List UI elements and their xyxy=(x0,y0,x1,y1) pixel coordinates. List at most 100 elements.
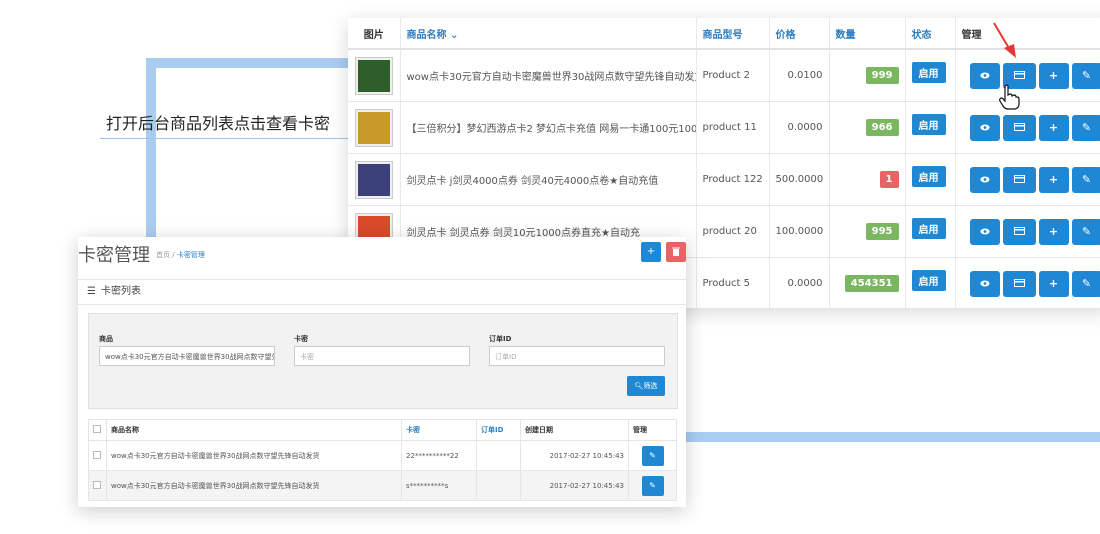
col-header-order[interactable]: 订单ID xyxy=(476,419,521,441)
card-key: 22**********22 xyxy=(401,440,477,471)
product-filter-label: 商品 xyxy=(99,335,113,343)
enable-button[interactable]: 启用 xyxy=(911,114,946,135)
delete-button[interactable] xyxy=(666,242,686,262)
product-thumbnail[interactable] xyxy=(354,56,393,95)
col-header-price[interactable]: 价格 xyxy=(769,18,830,50)
table-row: wow点卡30元官方自动卡密魔兽世界30战网点数守望先锋自动发货 s*******… xyxy=(88,470,677,501)
edit-button[interactable]: ✎ xyxy=(1071,62,1100,89)
product-name[interactable]: 剑灵点卡 j剑灵4000点券 剑灵40元4000点卷★自动充值 xyxy=(400,153,697,206)
plus-icon: + xyxy=(1048,276,1059,290)
eye-icon xyxy=(979,124,990,130)
plus-icon: + xyxy=(1048,68,1059,82)
view-cards-button[interactable] xyxy=(1002,218,1036,245)
view-button[interactable] xyxy=(969,166,1000,193)
order-filter-input[interactable]: 订单ID xyxy=(489,346,665,366)
thumbnail-image xyxy=(357,111,390,144)
product-model: Product 122 xyxy=(696,153,770,206)
status-cell: 启用 xyxy=(905,153,956,206)
view-button[interactable] xyxy=(969,218,1000,245)
card-filter-input[interactable]: 卡密 xyxy=(294,346,470,366)
view-button[interactable] xyxy=(969,114,1000,141)
manage-cell: ✎ xyxy=(628,440,677,471)
filter-button[interactable]: 🔍︎筛选 xyxy=(627,376,665,396)
select-all-checkbox[interactable] xyxy=(93,425,101,433)
decor-bar-bottom xyxy=(686,432,1100,442)
thumbnail-image xyxy=(357,163,390,196)
col-header-manage: 管理 xyxy=(628,419,677,441)
thumbnail-image xyxy=(357,59,390,92)
col-header-card[interactable]: 卡密 xyxy=(401,419,477,441)
qty-cell: 454351 xyxy=(829,257,906,310)
enable-button[interactable]: 启用 xyxy=(911,218,946,239)
filter-button-label: 筛选 xyxy=(643,382,658,390)
col-header-model[interactable]: 商品型号 xyxy=(696,18,770,50)
list-icon: ☰ xyxy=(87,286,96,297)
status-cell: 启用 xyxy=(905,205,956,258)
add-button[interactable]: + xyxy=(1038,218,1069,245)
product-price: 0.0000 xyxy=(769,257,830,310)
enable-button[interactable]: 启用 xyxy=(911,270,946,291)
add-button[interactable]: + xyxy=(1038,166,1069,193)
edit-button[interactable]: ✎ xyxy=(1071,114,1100,141)
view-button[interactable] xyxy=(969,270,1000,297)
col-header-date[interactable]: 创建日期 xyxy=(520,419,629,441)
product-thumbnail[interactable] xyxy=(354,108,393,147)
quantity-badge: 995 xyxy=(865,223,899,240)
edit-button[interactable]: ✎ xyxy=(1071,218,1100,245)
card-icon xyxy=(1013,226,1025,235)
view-cards-button[interactable] xyxy=(1002,166,1036,193)
view-cards-button[interactable] xyxy=(1002,270,1036,297)
add-button[interactable]: + xyxy=(641,242,661,262)
breadcrumb-home[interactable]: 首页 xyxy=(156,251,170,259)
col-header-quantity[interactable]: 数量 xyxy=(829,18,906,50)
row-checkbox[interactable] xyxy=(93,450,101,459)
product-name[interactable]: wow点卡30元官方自动卡密魔兽世界30战网点数守望先锋自动发货 xyxy=(400,49,697,102)
col-header-name[interactable]: 商品名称 ⌄ xyxy=(400,18,697,50)
actions-cell: + ✎ xyxy=(955,205,1100,258)
col-header-status[interactable]: 状态 xyxy=(905,18,956,50)
col-header-name[interactable]: 商品名称 xyxy=(106,419,402,441)
card-order-id xyxy=(476,440,521,471)
quantity-badge: 966 xyxy=(865,119,899,136)
eye-icon xyxy=(979,280,990,286)
view-cards-button[interactable] xyxy=(1002,114,1036,141)
edit-button[interactable]: ✎ xyxy=(1071,166,1100,193)
edit-button[interactable]: ✎ xyxy=(1071,270,1100,297)
edit-button[interactable]: ✎ xyxy=(641,475,664,496)
list-header: ☰ 卡密列表 xyxy=(78,279,686,305)
product-thumbnail[interactable] xyxy=(354,160,393,199)
enable-button[interactable]: 启用 xyxy=(911,62,946,83)
list-title: 卡密列表 xyxy=(100,286,141,297)
order-filter-label: 订单ID xyxy=(489,335,512,343)
select-cell xyxy=(88,470,107,501)
plus-icon: + xyxy=(1048,120,1059,134)
pencil-icon: ✎ xyxy=(1081,68,1092,82)
col-header-image: 图片 xyxy=(348,18,401,50)
pencil-icon: ✎ xyxy=(1081,276,1092,290)
table-row: 剑灵点卡 j剑灵4000点券 剑灵40元4000点卷★自动充值 Product 1… xyxy=(348,153,1100,206)
add-button[interactable]: + xyxy=(1038,114,1069,141)
product-filter-input[interactable]: wow点卡30元官方自动卡密魔兽世界30战网点数守望先锋自动发货 xyxy=(99,346,275,366)
enable-button[interactable]: 启用 xyxy=(911,166,946,187)
card-icon xyxy=(1013,278,1025,287)
pencil-icon: ✎ xyxy=(1081,224,1092,238)
qty-cell: 1 xyxy=(829,153,906,206)
qty-cell: 995 xyxy=(829,205,906,258)
row-checkbox[interactable] xyxy=(93,480,101,489)
red-arrow-icon xyxy=(993,22,1016,58)
quantity-badge: 454351 xyxy=(844,275,899,292)
eye-icon xyxy=(979,72,990,78)
product-name[interactable]: 【三倍积分】梦幻西游点卡2 梦幻点卡充值 网易一卡通100元1000点 xyxy=(400,101,697,154)
add-button[interactable]: + xyxy=(1038,270,1069,297)
eye-icon xyxy=(979,176,990,182)
product-model: Product 2 xyxy=(696,49,770,102)
card-key-panel: 卡密管理 首页 / 卡密管理 + ☰ 卡密列表 商品 wow点卡30元官方自动卡密… xyxy=(78,237,686,507)
edit-button[interactable]: ✎ xyxy=(641,445,664,466)
trash-icon xyxy=(672,247,680,256)
view-button[interactable] xyxy=(969,62,1000,89)
qty-cell: 999 xyxy=(829,49,906,102)
card-filter-label: 卡密 xyxy=(294,335,308,343)
add-button[interactable]: + xyxy=(1038,62,1069,89)
status-cell: 启用 xyxy=(905,257,956,310)
plus-icon: + xyxy=(1048,224,1059,238)
